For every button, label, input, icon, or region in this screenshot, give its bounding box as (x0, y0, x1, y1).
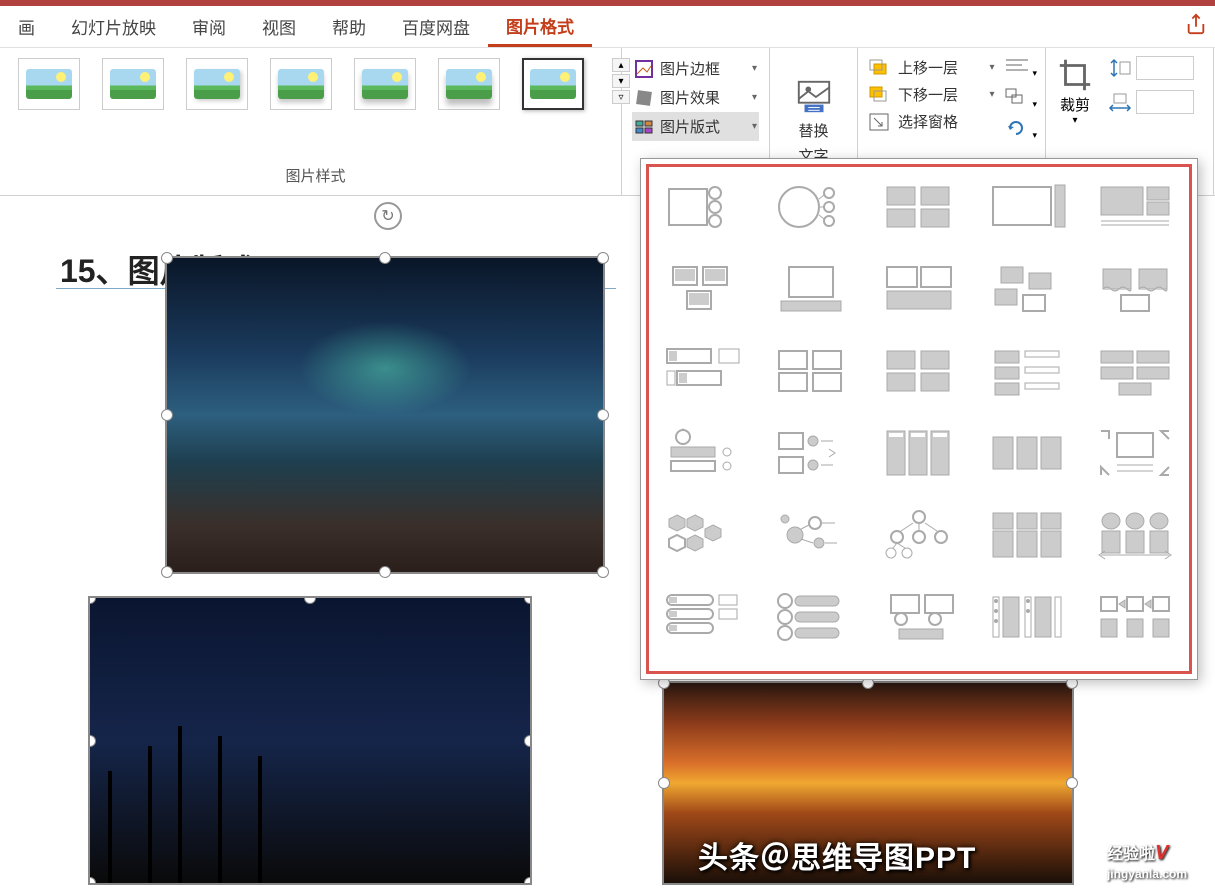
tab-slideshow[interactable]: 幻灯片放映 (53, 6, 174, 47)
rotation-handle[interactable]: ↻ (374, 202, 402, 230)
layout-option-28[interactable] (871, 585, 967, 649)
align-button[interactable]: ▾ (1002, 54, 1037, 81)
style-preset-4[interactable] (270, 58, 332, 110)
crop-icon (1056, 56, 1094, 94)
layout-option-3[interactable] (871, 175, 967, 239)
tab-review[interactable]: 审阅 (174, 6, 244, 47)
watermark-main: 头条＠思维导图PPT (698, 833, 976, 877)
watermark-site: 经验啦V jingyanla.com (1107, 840, 1187, 883)
layout-option-25[interactable] (1087, 503, 1183, 567)
layout-option-4[interactable] (979, 175, 1075, 239)
layout-option-29[interactable] (979, 585, 1075, 649)
layout-option-16[interactable] (655, 421, 751, 485)
layout-option-15[interactable] (1087, 339, 1183, 403)
layout-option-13[interactable] (871, 339, 967, 403)
picture-aurora[interactable]: ↻ (165, 256, 605, 574)
selection-pane-icon (868, 112, 892, 132)
crop-button[interactable]: 裁剪 ▾ (1056, 56, 1094, 126)
alt-text-icon (795, 78, 833, 116)
layout-option-7[interactable] (763, 257, 859, 321)
layout-option-20[interactable] (1087, 421, 1183, 485)
alt-text-button[interactable]: 替换 文字 (795, 78, 833, 166)
send-backward-icon (868, 85, 892, 105)
picture-layout-dropdown (640, 158, 1198, 680)
border-icon (634, 59, 654, 79)
layout-option-1[interactable] (655, 175, 751, 239)
width-icon (1108, 92, 1132, 112)
styles-group-label: 图片样式 (18, 165, 613, 186)
effects-icon (634, 88, 654, 108)
tab-baidu[interactable]: 百度网盘 (384, 6, 488, 47)
picture-styles-group: ▴ ▾ ▿ 图片样式 (0, 48, 622, 195)
tab-picture-format[interactable]: 图片格式 (488, 6, 592, 47)
layout-option-11[interactable] (655, 339, 751, 403)
chevron-down-icon: ▾ (752, 63, 757, 74)
picture-effects-button[interactable]: 图片效果 ▾ (632, 83, 759, 112)
layout-option-19[interactable] (979, 421, 1075, 485)
tab-view[interactable]: 视图 (244, 6, 314, 47)
style-preset-3[interactable] (186, 58, 248, 110)
chevron-down-icon: ▾ (752, 121, 757, 132)
bring-forward-icon (868, 58, 892, 78)
layout-option-23[interactable] (871, 503, 967, 567)
picture-layout-button[interactable]: 图片版式 ▾ (632, 112, 759, 141)
group-button[interactable]: ▾ (1002, 85, 1037, 112)
width-input[interactable] (1136, 90, 1194, 114)
style-preset-5[interactable] (354, 58, 416, 110)
bring-forward-button[interactable]: 上移一层 ▾ (866, 54, 996, 81)
chevron-down-icon: ▾ (752, 92, 757, 103)
layout-option-8[interactable] (871, 257, 967, 321)
layout-option-6[interactable] (655, 257, 751, 321)
tab-help[interactable]: 帮助 (314, 6, 384, 47)
layout-option-27[interactable] (763, 585, 859, 649)
layout-option-5[interactable] (1087, 175, 1183, 239)
ribbon-tabs: 画 幻灯片放映 审阅 视图 帮助 百度网盘 图片格式 (0, 6, 1215, 48)
layout-option-10[interactable] (1087, 257, 1183, 321)
selection-pane-button[interactable]: 选择窗格 (866, 108, 996, 135)
layout-option-21[interactable] (655, 503, 751, 567)
layout-icon (634, 117, 654, 137)
layout-option-22[interactable] (763, 503, 859, 567)
style-preset-1[interactable] (18, 58, 80, 110)
layout-option-14[interactable] (979, 339, 1075, 403)
style-preset-7[interactable] (522, 58, 584, 110)
layout-option-30[interactable] (1087, 585, 1183, 649)
picture-stars[interactable] (88, 596, 532, 885)
layout-option-12[interactable] (763, 339, 859, 403)
layout-option-2[interactable] (763, 175, 859, 239)
height-input[interactable] (1136, 56, 1194, 80)
layout-option-18[interactable] (871, 421, 967, 485)
layout-option-17[interactable] (763, 421, 859, 485)
share-icon[interactable] (1185, 13, 1207, 41)
tab-draw[interactable]: 画 (0, 6, 53, 47)
picture-border-button[interactable]: 图片边框 ▾ (632, 54, 759, 83)
layout-option-24[interactable] (979, 503, 1075, 567)
style-preset-6[interactable] (438, 58, 500, 110)
send-backward-button[interactable]: 下移一层 ▾ (866, 81, 996, 108)
height-icon (1108, 58, 1132, 78)
rotate-button[interactable]: ▾ (1002, 116, 1037, 143)
layout-option-9[interactable] (979, 257, 1075, 321)
layout-option-26[interactable] (655, 585, 751, 649)
style-preset-2[interactable] (102, 58, 164, 110)
